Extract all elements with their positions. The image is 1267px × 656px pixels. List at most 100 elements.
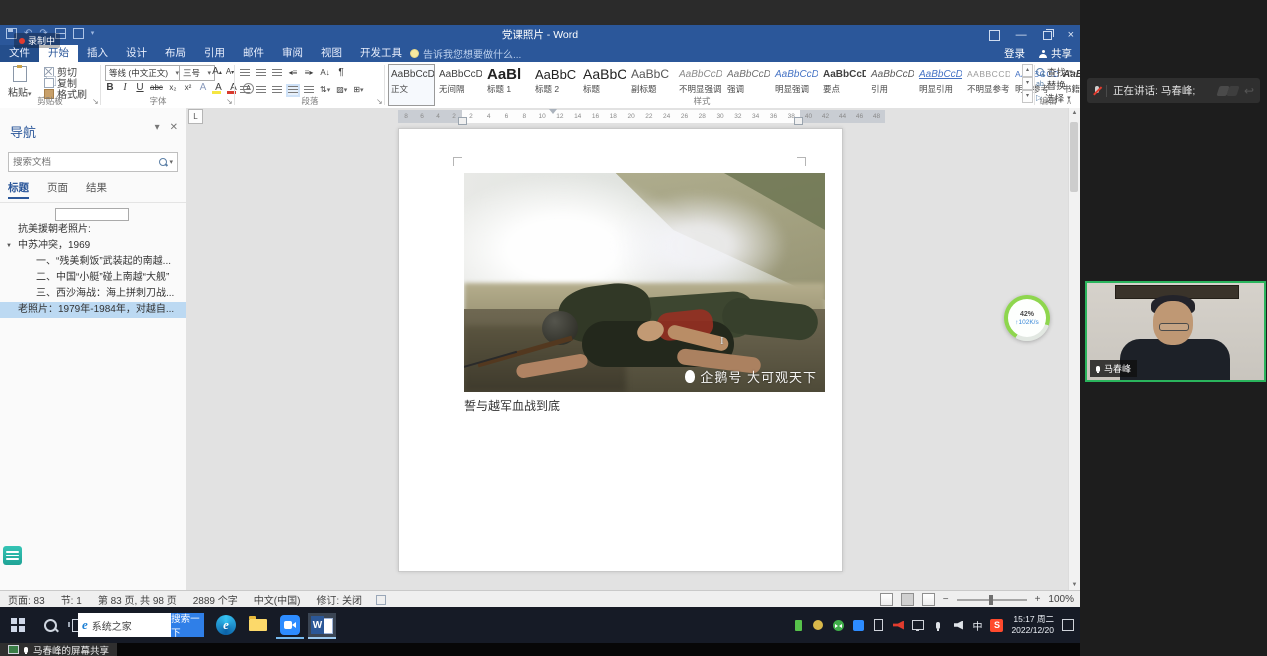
font-dialog-launcher-icon[interactable]: ↘: [226, 97, 233, 106]
floating-notes-widget[interactable]: [3, 546, 22, 565]
search-widget-box[interactable]: e 系统之家: [78, 613, 171, 637]
bold-button[interactable]: B: [105, 82, 115, 94]
nav-tab[interactable]: 标题: [8, 180, 29, 199]
minimize-button[interactable]: —: [1016, 29, 1027, 41]
outline-item[interactable]: [0, 206, 186, 222]
italic-button[interactable]: I: [120, 82, 130, 94]
status-item[interactable]: 第 83 页, 共 98 页: [98, 592, 177, 607]
panel-flag-icon[interactable]: [1226, 86, 1239, 96]
style-item[interactable]: AaBbC 标题 2: [532, 64, 579, 106]
status-item[interactable]: 2889 个字: [193, 592, 238, 607]
increase-indent-icon[interactable]: ≡▸: [304, 67, 314, 79]
news-search-widget[interactable]: e 系统之家 搜索一下: [78, 613, 204, 637]
ribbon-tab[interactable]: 审阅: [273, 45, 312, 62]
document-page[interactable]: I 企鹅号 大可观天下 誓与越军血战到底: [398, 128, 843, 572]
scroll-up-icon[interactable]: ▲: [1069, 110, 1080, 116]
align-center-icon[interactable]: [256, 86, 266, 95]
superscript-button[interactable]: x²: [183, 82, 193, 94]
nav-search-box[interactable]: ▾: [8, 152, 178, 172]
tab-stop-selector[interactable]: L: [188, 109, 203, 124]
outline-item[interactable]: 一、“残美剩饭”武装起的南越...: [0, 254, 186, 270]
battery-tray-icon[interactable]: [792, 619, 804, 631]
search-dropdown-icon[interactable]: ▾: [169, 158, 173, 166]
distribute-icon[interactable]: [304, 86, 314, 95]
justify-icon[interactable]: [288, 86, 298, 95]
accelerator-ball[interactable]: 42% ↑102K/s: [1004, 295, 1050, 341]
style-item[interactable]: AaBbCcD 引用: [868, 64, 915, 106]
mic-muted-icon[interactable]: [1093, 86, 1100, 96]
usb-tray-icon[interactable]: [872, 619, 884, 631]
ribbon-tab[interactable]: 邮件: [234, 45, 273, 62]
search-icon[interactable]: [159, 158, 167, 166]
word-taskbar-icon[interactable]: W: [308, 613, 336, 639]
tell-me-box[interactable]: 告诉我您想要做什么...: [410, 45, 521, 62]
borders-icon[interactable]: ⊞▾: [353, 84, 363, 97]
collapse-ribbon-icon[interactable]: ∧: [1066, 97, 1072, 106]
updater-tray-icon[interactable]: [832, 619, 844, 631]
bullets-icon[interactable]: [240, 69, 250, 78]
style-item[interactable]: AaBbC 副标题: [628, 64, 675, 106]
ribbon-tab[interactable]: 引用: [195, 45, 234, 62]
paragraph-dialog-launcher-icon[interactable]: ↘: [376, 97, 383, 106]
show-marks-icon[interactable]: ¶: [336, 67, 346, 79]
search-widget-button[interactable]: 搜索一下: [171, 613, 204, 637]
zoom-slider-thumb[interactable]: [989, 595, 993, 605]
start-button[interactable]: [4, 613, 32, 637]
font-size-combo[interactable]: 三号▾: [179, 65, 215, 81]
zoom-in-button[interactable]: +: [1035, 594, 1041, 605]
sogou-input-icon[interactable]: S: [990, 619, 1003, 632]
reply-arrow-icon[interactable]: ↩: [1244, 86, 1254, 96]
outline-item[interactable]: 老照片：1979年-1984年，对越自...: [0, 302, 186, 318]
style-item[interactable]: AaBbCcD 要点: [820, 64, 867, 106]
outline-item[interactable]: 三、西沙海战：海上拼刺刀战...: [0, 286, 186, 302]
grow-font-icon[interactable]: A▴: [212, 66, 222, 79]
style-item[interactable]: AaBbCcD 明显引用: [916, 64, 963, 106]
restore-button[interactable]: [1043, 31, 1052, 40]
highlight-button[interactable]: A: [213, 82, 223, 94]
ime-indicator[interactable]: 中: [972, 618, 982, 633]
nav-search-input[interactable]: [9, 157, 159, 168]
display-tray-icon[interactable]: [912, 619, 924, 631]
taskbar-clock[interactable]: 15:17 周二 2022/12/20: [1011, 614, 1054, 637]
share-button[interactable]: 共享: [1039, 46, 1072, 61]
ribbon-display-options-icon[interactable]: [989, 30, 1000, 41]
style-item[interactable]: AaBbC 标题: [580, 64, 627, 106]
document-scrollbar[interactable]: ▲ ▼: [1068, 108, 1080, 590]
scrollbar-thumb[interactable]: [1070, 122, 1078, 192]
ribbon-tab[interactable]: 视图: [312, 45, 351, 62]
ribbon-tab[interactable]: 开发工具: [351, 45, 411, 62]
signin-button[interactable]: 登录: [1004, 46, 1025, 61]
taskbar-search-icon[interactable]: [36, 613, 64, 637]
sort-icon[interactable]: A↓: [320, 67, 330, 79]
action-center-icon[interactable]: [1062, 619, 1074, 631]
multilevel-list-icon[interactable]: [272, 69, 282, 78]
align-left-icon[interactable]: [240, 86, 250, 95]
file-explorer-icon[interactable]: [244, 613, 272, 637]
zoom-level[interactable]: 100%: [1048, 594, 1074, 605]
print-layout-icon[interactable]: [901, 593, 914, 606]
gallery-up-icon[interactable]: ▴: [1022, 64, 1033, 77]
zoom-slider[interactable]: [957, 599, 1027, 601]
meeting-tray-icon[interactable]: [852, 619, 864, 631]
status-item[interactable]: 修订: 关闭: [316, 592, 362, 607]
left-indent-marker[interactable]: [458, 117, 467, 125]
outline-item[interactable]: 二、中国“小艇”碰上南越“大舰”: [0, 270, 186, 286]
style-item[interactable]: AaBbCcDd 无间隔: [436, 64, 483, 106]
nav-options-icon[interactable]: ▾: [155, 122, 160, 133]
clipboard-dialog-launcher-icon[interactable]: ↘: [92, 97, 99, 106]
ribbon-tab[interactable]: 设计: [117, 45, 156, 62]
outline-item[interactable]: 抗美援朝老照片:: [0, 222, 186, 238]
gallery-down-icon[interactable]: ▾: [1022, 77, 1033, 90]
status-item[interactable]: 中文(中国): [254, 592, 301, 607]
edge-icon[interactable]: e: [212, 613, 240, 637]
nav-tab[interactable]: 结果: [86, 180, 107, 199]
decrease-indent-icon[interactable]: ◂≡: [288, 67, 298, 79]
scroll-down-icon[interactable]: ▼: [1069, 582, 1080, 588]
status-item[interactable]: 页面: 83: [8, 592, 45, 607]
audio-alert-tray-icon[interactable]: [892, 619, 904, 631]
participant-video[interactable]: 马春峰: [1085, 281, 1266, 382]
find-button[interactable]: 查找▾: [1036, 65, 1073, 78]
security-tray-icon[interactable]: [812, 619, 824, 631]
font-color-button[interactable]: A: [228, 82, 238, 94]
ribbon-tab[interactable]: 插入: [78, 45, 117, 62]
